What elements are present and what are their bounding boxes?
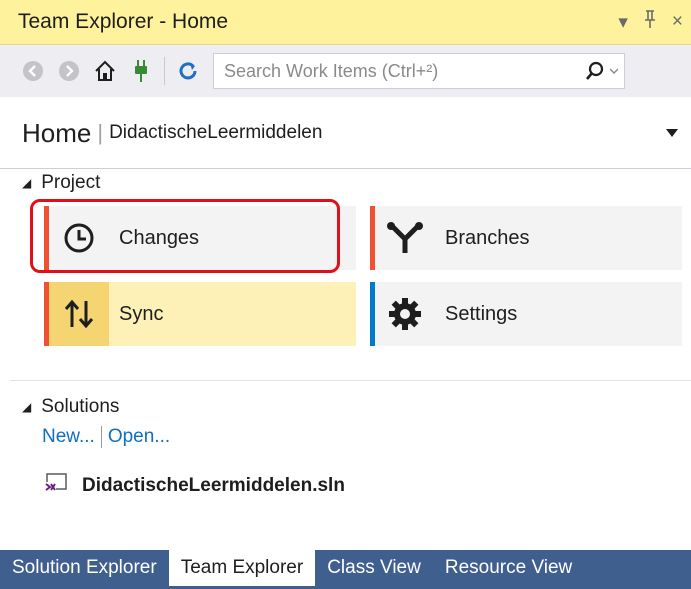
branch-icon (375, 206, 435, 270)
team-explorer-window: Team Explorer - Home ▾ × Search Work Ite… (0, 0, 691, 589)
tab-class-view[interactable]: Class View (315, 550, 433, 586)
forward-icon[interactable] (56, 58, 82, 84)
branches-label: Branches (445, 226, 530, 249)
search-work-items-input[interactable] (214, 59, 566, 83)
title-controls: ▾ × (618, 9, 683, 35)
tab-solution-explorer[interactable]: Solution Explorer (0, 550, 169, 586)
close-icon[interactable]: × (672, 11, 683, 33)
chevron-down-icon[interactable] (665, 125, 679, 141)
settings-tile[interactable]: Settings (370, 282, 682, 346)
solutions-section-header[interactable]: ◢ Solutions (22, 396, 119, 418)
project-name: DidactischeLeermiddelen (109, 122, 323, 143)
sync-tile[interactable]: Sync (44, 282, 356, 346)
bottom-tab-bar: Solution Explorer Team Explorer Class Vi… (0, 550, 691, 589)
collapse-triangle-icon[interactable]: ◢ (22, 176, 31, 190)
settings-label: Settings (445, 302, 518, 325)
project-section-header[interactable]: ◢ Project (22, 172, 100, 194)
solutions-section-label: Solutions (41, 396, 120, 417)
page-header: Home | DidactischeLeermiddelen (0, 98, 691, 169)
open-solution-link[interactable]: Open... (108, 426, 170, 448)
solution-file-icon (44, 472, 68, 499)
solution-list-item[interactable]: DidactischeLeermiddelen.sln (44, 472, 345, 499)
gear-icon (375, 282, 435, 346)
sync-arrows-icon (49, 282, 109, 346)
new-solution-link[interactable]: New... (42, 426, 95, 448)
link-separator (100, 426, 102, 448)
collapse-triangle-icon[interactable]: ◢ (22, 400, 31, 414)
search-icon[interactable] (584, 60, 618, 82)
page-title[interactable]: Home (22, 118, 91, 149)
refresh-icon[interactable] (175, 58, 201, 84)
toolbar-separator (164, 57, 165, 85)
search-box (213, 53, 625, 89)
solution-links: New... Open... (42, 426, 170, 448)
project-section-label: Project (41, 172, 101, 193)
dropdown-icon[interactable]: ▾ (618, 11, 628, 34)
pin-icon[interactable] (642, 9, 658, 35)
home-icon[interactable] (92, 58, 118, 84)
toolbar (0, 45, 691, 97)
changes-highlight-outline (30, 199, 340, 273)
tab-team-explorer[interactable]: Team Explorer (168, 550, 316, 586)
branches-tile[interactable]: Branches (370, 206, 682, 270)
header-separator: | (97, 120, 104, 145)
sync-label: Sync (119, 302, 164, 325)
connect-icon[interactable] (128, 58, 154, 84)
title-bar: Team Explorer - Home ▾ × (0, 0, 691, 45)
back-icon[interactable] (20, 58, 46, 84)
section-divider (10, 380, 691, 381)
tab-resource-view[interactable]: Resource View (433, 550, 584, 586)
solution-file-name: DidactischeLeermiddelen.sln (82, 474, 345, 496)
window-title: Team Explorer - Home (18, 10, 229, 33)
